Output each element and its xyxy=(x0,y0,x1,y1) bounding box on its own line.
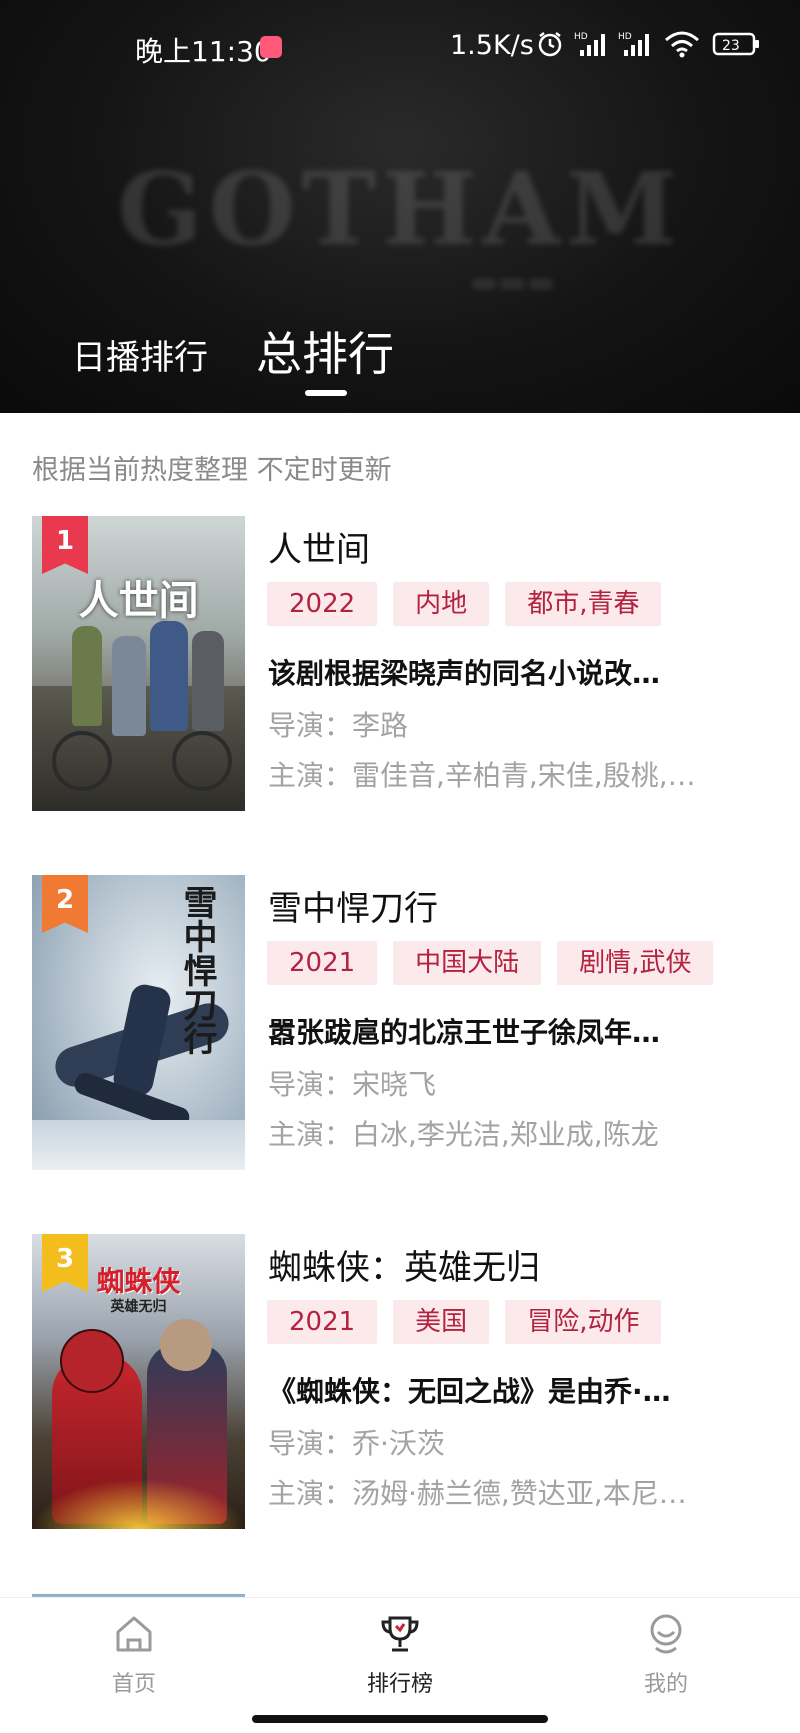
poster-image[interactable]: 蜘蛛侠 英雄无归 3 xyxy=(32,1234,245,1529)
nav-home-label: 首页 xyxy=(111,1672,156,1697)
rank-badge: 2 xyxy=(42,875,88,933)
notification-icon xyxy=(260,36,282,58)
signal-icon: HD xyxy=(574,30,610,62)
status-time: 晚上11:30 xyxy=(135,35,272,68)
battery-icon: 23 xyxy=(712,30,762,62)
svg-text:HD: HD xyxy=(574,32,588,42)
tag-year: 2022 xyxy=(267,582,378,626)
home-icon xyxy=(112,1616,156,1660)
ranking-item[interactable]: 雪中悍刀行 2 雪中悍刀行 2021 中国大陆 剧情,武侠 嚣张跋扈的北凉王世子… xyxy=(0,875,800,1175)
item-description: 嚣张跋扈的北凉王世子徐凤年… xyxy=(268,1016,661,1049)
bottom-navigation: 首页 排行榜 我的 xyxy=(0,1597,800,1733)
status-bar: 晚上11:30 1.5K/s HD HD 23 xyxy=(0,0,800,90)
poster-subtitle-art: 英雄无归 xyxy=(110,1299,167,1315)
svg-text:HD: HD xyxy=(618,32,632,42)
poster-image[interactable]: 人世间 1 xyxy=(32,516,245,811)
gesture-home-bar[interactable] xyxy=(252,1715,548,1723)
hero-backdrop-subtext: · · · · · · · · xyxy=(347,118,453,143)
tag-region: 美国 xyxy=(393,1300,490,1344)
tag-genre: 冒险,动作 xyxy=(505,1300,662,1344)
tag-genre: 剧情,武侠 xyxy=(557,941,714,985)
item-description: 该剧根据梁晓声的同名小说改… xyxy=(268,657,661,690)
alarm-icon xyxy=(536,30,564,62)
item-title[interactable]: 人世间 xyxy=(268,522,370,571)
ranking-item[interactable]: 人世间 1 人世间 2022 内地 都市,青春 该剧根据梁晓声的同名小说改… 导… xyxy=(0,516,800,816)
poster-title-art: 雪中悍刀行 xyxy=(177,885,217,1055)
tag-year: 2021 xyxy=(267,941,378,985)
battery-level: 23 xyxy=(722,38,740,54)
item-cast: 主演：汤姆·赫兰德,赞达亚,本尼… xyxy=(268,1477,687,1510)
hero-backdrop-text: GOTHAM xyxy=(117,150,683,268)
tab-total-ranking[interactable]: 总排行 xyxy=(256,318,394,384)
tag-list: 2022 内地 都市,青春 xyxy=(267,582,662,626)
item-director: 导演：李路 xyxy=(268,709,409,742)
tab-daily-ranking[interactable]: 日播排行 xyxy=(72,330,208,379)
item-title[interactable]: 蜘蛛侠：英雄无归 xyxy=(268,1240,540,1289)
network-speed: 1.5K/s xyxy=(450,30,534,61)
profile-icon xyxy=(644,1614,688,1660)
item-director: 导演：宋晓飞 xyxy=(268,1068,437,1101)
poster-title-art: 人世间 xyxy=(78,577,199,624)
item-cast: 主演：白冰,李光洁,郑业成,陈龙 xyxy=(268,1118,659,1151)
tag-year: 2021 xyxy=(267,1300,378,1344)
nav-home[interactable]: 首页 xyxy=(74,1612,194,1698)
trophy-icon xyxy=(378,1616,422,1660)
nav-profile[interactable]: 我的 xyxy=(606,1612,726,1698)
nav-ranking-label: 排行榜 xyxy=(366,1672,433,1697)
rank-badge: 1 xyxy=(42,516,88,574)
poster-image[interactable]: 雪中悍刀行 2 xyxy=(32,875,245,1170)
tag-region: 内地 xyxy=(393,582,490,626)
tag-region: 中国大陆 xyxy=(393,941,542,985)
tag-list: 2021 中国大陆 剧情,武侠 xyxy=(267,941,714,985)
signal-icon-2: HD xyxy=(618,30,654,62)
item-title[interactable]: 雪中悍刀行 xyxy=(268,881,438,930)
wifi-icon xyxy=(664,30,700,62)
item-director: 导演：乔·沃茨 xyxy=(268,1427,445,1460)
nav-ranking[interactable]: 排行榜 xyxy=(340,1612,460,1698)
ranking-item[interactable]: 蜘蛛侠 英雄无归 3 蜘蛛侠：英雄无归 2021 美国 冒险,动作 《蜘蛛侠：无… xyxy=(0,1234,800,1534)
tab-active-indicator xyxy=(305,390,347,396)
item-cast: 主演：雷佳音,辛柏青,宋佳,殷桃,… xyxy=(268,759,696,792)
tag-genre: 都市,青春 xyxy=(505,582,662,626)
nav-profile-label: 我的 xyxy=(643,1672,688,1697)
item-description: 《蜘蛛侠：无回之战》是由乔·… xyxy=(268,1375,671,1408)
ranking-subtitle: 根据当前热度整理 不定时更新 xyxy=(32,455,392,486)
tag-list: 2021 美国 冒险,动作 xyxy=(267,1300,662,1344)
hero-backdrop-tag: ▬▬▬ xyxy=(470,265,556,300)
